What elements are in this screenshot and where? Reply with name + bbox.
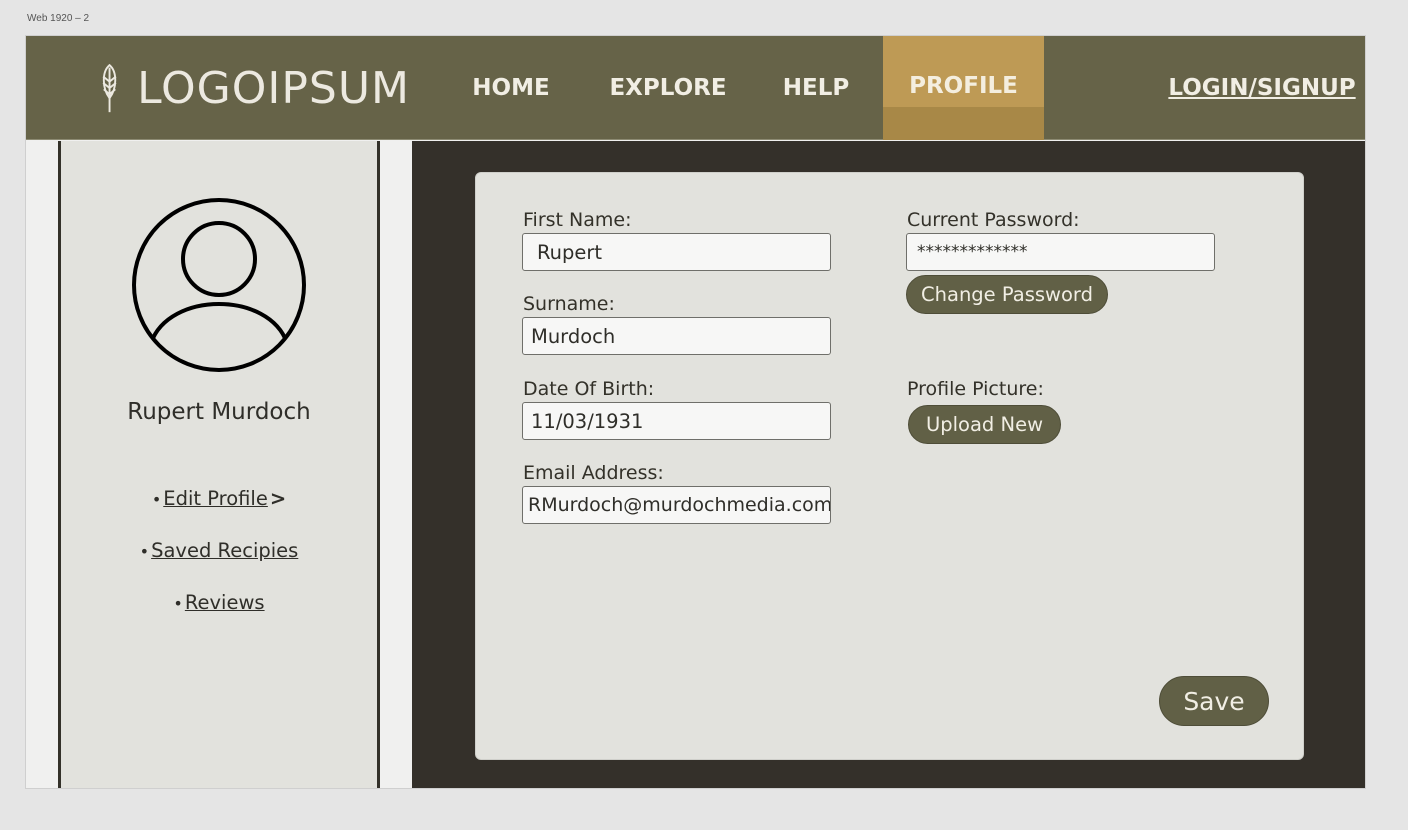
first-name-label: First Name: [523, 209, 632, 231]
surname-label: Surname: [523, 293, 615, 315]
main-panel: First Name: Rupert Surname: Murdoch Date… [412, 141, 1365, 788]
current-password-label: Current Password: [907, 209, 1080, 231]
profile-sidebar: Rupert Murdoch • Edit Profile > • Saved Rec… [58, 141, 380, 788]
feather-logo-icon [102, 63, 117, 113]
nav-profile-label: PROFILE [909, 73, 1018, 99]
nav-home-label: HOME [472, 75, 550, 101]
dob-label: Date Of Birth: [523, 378, 655, 400]
current-password-input[interactable]: ************* [906, 233, 1215, 271]
user-name: Rupert Murdoch [127, 399, 311, 425]
surname-input[interactable]: Murdoch [522, 317, 831, 355]
bullet: • [173, 594, 183, 613]
save-button[interactable]: Save [1159, 676, 1269, 726]
email-input[interactable]: RMurdoch@murdochmedia.com [522, 486, 831, 524]
edit-profile-link[interactable]: Edit Profile [163, 487, 268, 510]
nav-help[interactable]: HELP [778, 36, 854, 140]
sidebar-item-saved-recipes[interactable]: • Saved Recipies [61, 539, 377, 562]
change-password-button[interactable]: Change Password [906, 275, 1108, 314]
sidebar-margin-right [380, 141, 412, 788]
user-avatar-icon [132, 198, 306, 372]
nav-login-signup[interactable]: LOGIN/SIGNUP [1168, 36, 1355, 140]
sidebar-margin-left [26, 141, 58, 788]
nav-explore-label: EXPLORE [609, 75, 727, 101]
chevron-right-icon: > [269, 487, 287, 510]
top-navbar: LOGOIPSUM HOME EXPLORE HELP PROFILE LOGI… [26, 36, 1365, 140]
edit-profile-card: First Name: Rupert Surname: Murdoch Date… [475, 172, 1304, 760]
nav-home[interactable]: HOME [456, 36, 566, 140]
bullet: • [151, 490, 162, 509]
frame-label: Web 1920 – 2 [27, 13, 90, 24]
nav-explore[interactable]: EXPLORE [604, 36, 732, 140]
profile-picture-label: Profile Picture: [907, 378, 1044, 400]
nav-login-label: LOGIN/SIGNUP [1168, 75, 1356, 101]
nav-help-label: HELP [782, 75, 850, 101]
sidebar-item-reviews[interactable]: • Reviews [61, 591, 377, 614]
saved-recipes-link[interactable]: Saved Recipies [151, 539, 298, 562]
first-name-input[interactable]: Rupert [522, 233, 831, 271]
upload-new-button[interactable]: Upload New [908, 405, 1061, 444]
sidebar-item-edit-profile[interactable]: • Edit Profile > [61, 487, 377, 510]
nav-profile[interactable]: PROFILE [883, 36, 1044, 140]
page-frame: LOGOIPSUM HOME EXPLORE HELP PROFILE LOGI… [25, 35, 1366, 789]
reviews-link[interactable]: Reviews [185, 591, 265, 614]
email-label: Email Address: [523, 462, 664, 484]
logo[interactable]: LOGOIPSUM [100, 48, 410, 128]
bullet: • [139, 542, 150, 561]
logo-text: LOGOIPSUM [137, 62, 410, 114]
dob-input[interactable]: 11/03/1931 [522, 402, 831, 440]
